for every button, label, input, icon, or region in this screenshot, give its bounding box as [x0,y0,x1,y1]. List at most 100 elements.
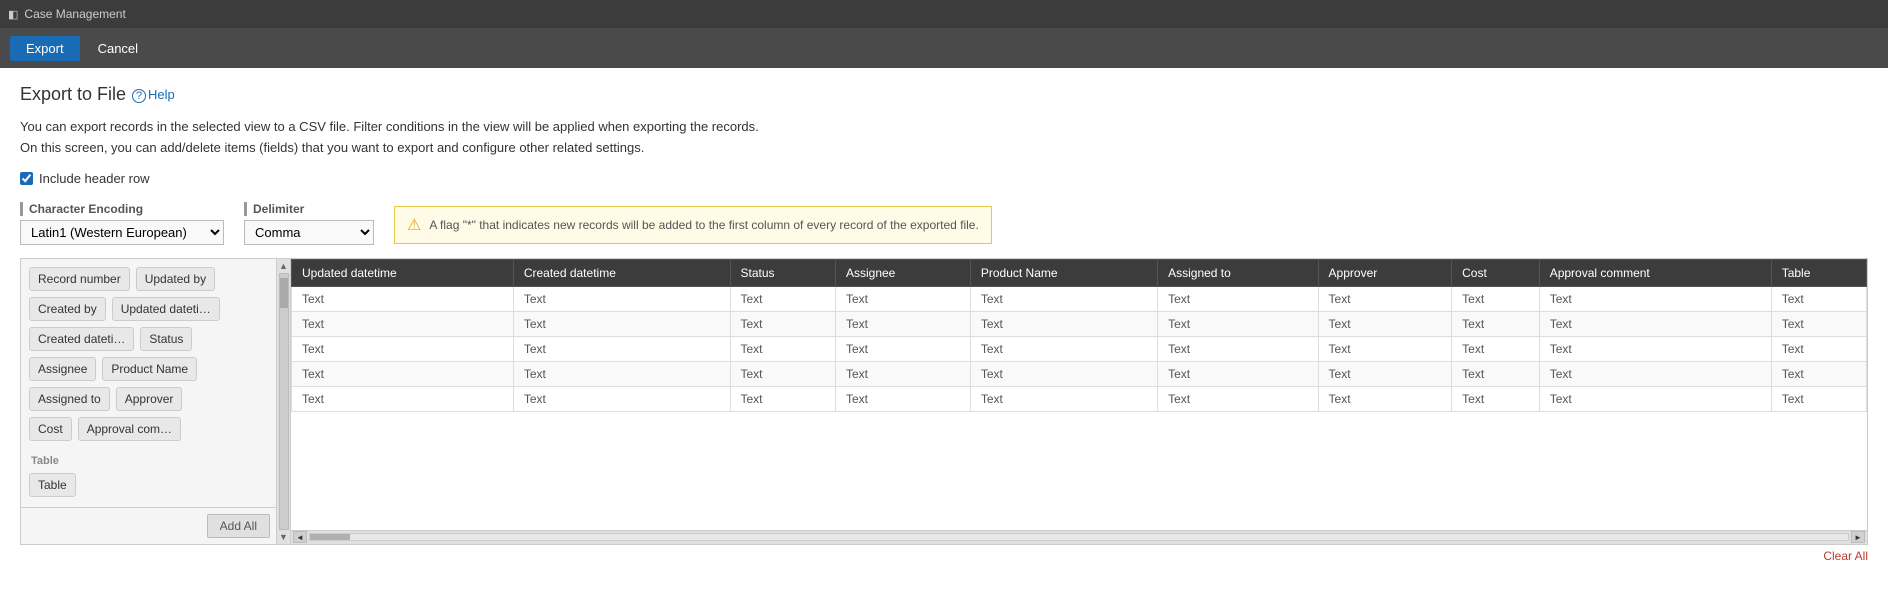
scroll-right-arrow[interactable]: ► [1851,531,1865,543]
app-icon: ◧ [8,8,18,21]
field-item-updated-by[interactable]: Updated by [136,267,215,291]
alert-icon: ⚠ [407,215,421,235]
table-row: TextTextTextTextTextTextTextTextTextText [292,361,1867,386]
table-scroll-area[interactable]: Updated datetime Created datetime Status… [291,259,1867,530]
scroll-down-arrow[interactable]: ▼ [279,532,288,542]
table-cell: Text [1539,386,1771,411]
field-item-record-number[interactable]: Record number [29,267,130,291]
table-cell: Text [730,336,835,361]
field-item-status[interactable]: Status [140,327,192,351]
scroll-up-arrow[interactable]: ▲ [279,261,288,271]
col-cost: Cost [1452,259,1540,286]
field-row-1: Record number Updated by [27,265,270,293]
table-cell: Text [513,336,730,361]
table-row: TextTextTextTextTextTextTextTextTextText [292,336,1867,361]
table-cell: Text [1318,386,1452,411]
character-encoding-select[interactable]: Latin1 (Western European) UTF-8 Shift-JI… [20,220,224,245]
field-row-6: Cost Approval com… [27,415,270,443]
field-item-updated-datetime[interactable]: Updated dateti… [112,297,220,321]
table-cell: Text [835,336,970,361]
include-header-row-label[interactable]: Include header row [39,171,150,186]
field-item-product-name[interactable]: Product Name [102,357,197,381]
table-cell: Text [835,311,970,336]
field-item-cost[interactable]: Cost [29,417,72,441]
help-link[interactable]: ?Help [132,87,175,103]
table-cell: Text [1452,311,1540,336]
table-cell: Text [1452,361,1540,386]
table-cell: Text [970,361,1157,386]
field-section-table-label: Table [27,451,270,469]
page-title: Export to File [20,84,126,105]
table-cell: Text [970,386,1157,411]
table-cell: Text [730,361,835,386]
table-cell: Text [1539,336,1771,361]
table-cell: Text [1452,336,1540,361]
table-cell: Text [513,386,730,411]
cancel-button[interactable]: Cancel [88,36,148,61]
table-header-row: Updated datetime Created datetime Status… [292,259,1867,286]
field-item-assignee[interactable]: Assignee [29,357,96,381]
field-item-created-datetime[interactable]: Created dateti… [29,327,134,351]
add-all-button[interactable]: Add All [207,514,270,538]
preview-table: Updated datetime Created datetime Status… [291,259,1867,412]
col-assignee: Assignee [835,259,970,286]
field-item-approval-comment[interactable]: Approval com… [78,417,181,441]
description: You can export records in the selected v… [20,117,1868,159]
table-cell: Text [1158,386,1318,411]
clear-all-link[interactable]: Clear All [1823,549,1868,563]
col-approver: Approver [1318,259,1452,286]
field-item-created-by[interactable]: Created by [29,297,106,321]
table-cell: Text [835,386,970,411]
include-header-row-checkbox[interactable] [20,172,33,185]
alert-message: A flag "*" that indicates new records wi… [429,218,978,232]
field-item-table[interactable]: Table [29,473,76,497]
table-cell: Text [1158,286,1318,311]
table-cell: Text [1771,286,1866,311]
delimiter-select[interactable]: Comma Tab Semicolon [244,220,374,245]
table-cell: Text [1539,361,1771,386]
horizontal-scrollbar[interactable]: ◄ ► [291,530,1867,544]
left-scrollbar[interactable]: ▲ ▼ [276,259,290,544]
toolbar: Export Cancel [0,28,1888,68]
table-row: TextTextTextTextTextTextTextTextTextText [292,386,1867,411]
table-cell: Text [1539,286,1771,311]
horizontal-scroll-track[interactable] [309,533,1849,541]
delimiter-label: Delimiter [244,202,374,216]
field-row-3: Created dateti… Status [27,325,270,353]
character-encoding-label: Character Encoding [20,202,224,216]
table-cell: Text [1452,386,1540,411]
table-cell: Text [1318,286,1452,311]
col-updated-datetime: Updated datetime [292,259,514,286]
col-created-datetime: Created datetime [513,259,730,286]
table-row: TextTextTextTextTextTextTextTextTextText [292,286,1867,311]
field-row-4: Assignee Product Name [27,355,270,383]
delimiter-group: Delimiter Comma Tab Semicolon [244,202,374,245]
table-cell: Text [1318,336,1452,361]
col-assigned-to: Assigned to [1158,259,1318,286]
col-table: Table [1771,259,1866,286]
field-row-2: Created by Updated dateti… [27,295,270,323]
table-cell: Text [1158,311,1318,336]
field-item-approver[interactable]: Approver [116,387,183,411]
field-row-table: Table [27,471,270,499]
right-panel: Updated datetime Created datetime Status… [291,259,1867,544]
col-product-name: Product Name [970,259,1157,286]
table-cell: Text [513,311,730,336]
table-cell: Text [730,386,835,411]
table-cell: Text [513,361,730,386]
settings-row: Character Encoding Latin1 (Western Europ… [20,202,1868,246]
col-approval-comment: Approval comment [1539,259,1771,286]
table-cell: Text [1318,311,1452,336]
left-panel-footer: Add All [21,507,276,544]
table-cell: Text [292,286,514,311]
field-list: Record number Updated by Created by Upda… [21,259,276,507]
table-cell: Text [513,286,730,311]
scroll-left-arrow[interactable]: ◄ [293,531,307,543]
field-item-assigned-to[interactable]: Assigned to [29,387,110,411]
export-button[interactable]: Export [10,36,80,61]
table-cell: Text [292,386,514,411]
table-cell: Text [1539,311,1771,336]
field-row-5: Assigned to Approver [27,385,270,413]
table-cell: Text [970,311,1157,336]
export-area: Record number Updated by Created by Upda… [20,258,1868,545]
